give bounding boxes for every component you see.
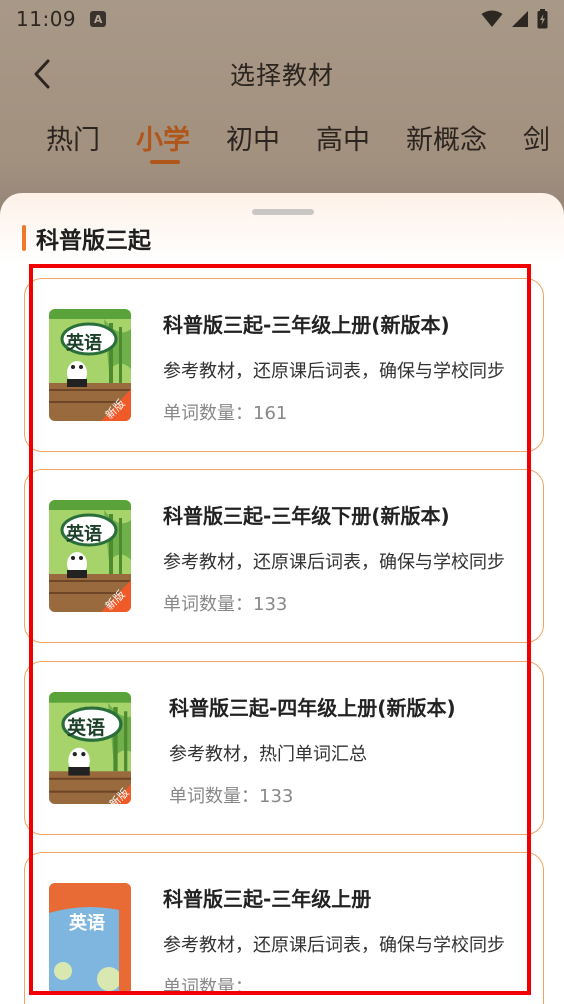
textbook-card[interactable]: 英语 新版 科普版三起-四年级上册(新版本) 参考教材，热门单词汇总 单词数量：… [24,661,544,835]
book-title: 科普版三起-三年级下册(新版本) [163,504,450,528]
tab-senior-high[interactable]: 高中 [316,112,370,157]
word-count-label: 单词数量： [169,786,259,807]
word-count-label: 单词数量： [163,403,253,424]
cover-title: 英语 [69,913,105,934]
tab-new-concept[interactable]: 新概念 [406,112,487,157]
word-count-label: 单词数量： [163,594,253,615]
word-count: 单词数量：133 [163,590,287,616]
book-description: 参考教材，热门单词汇总 [169,744,367,765]
notification-icon: A [90,11,107,27]
word-count-value: 133 [253,594,288,615]
grade-tabs: 热门 小学 初中 高中 新概念 剑 [0,112,564,168]
textbook-card[interactable]: 英语 科普版三起-三年级上册 参考教材，还原课后词表，确保与学校同步 单词数量： [24,852,544,1004]
book-description: 参考教材，还原课后词表，确保与学校同步 [163,552,505,573]
textbook-card[interactable]: 英语 新版 科普版三起-三年级上册(新版本) 参考教材，还原课后词表，确保与学校… [24,278,544,452]
textbook-bottom-sheet: 科普版三起 英语 新版 科普版三起-三年级上册(新版本) 参考教材，还原课后词表… [0,193,564,1004]
book-title: 科普版三起-四年级上册(新版本) [169,696,456,720]
word-count: 单词数量：161 [163,399,287,425]
word-count-value: 133 [259,786,294,807]
word-count: 单词数量：133 [169,782,293,808]
chevron-left-icon [34,59,50,89]
battery-icon [537,9,548,29]
book-cover: 英语 新版 [49,500,131,612]
book-cover: 英语 新版 [49,309,131,421]
cover-title: 英语 [66,524,102,545]
word-count: 单词数量： [163,973,253,999]
book-title: 科普版三起-三年级上册 [163,887,372,911]
book-cover: 英语 [49,883,131,995]
cover-title: 英语 [67,717,106,739]
status-time: 11:09 [16,7,77,31]
status-bar: 11:09 A [0,0,564,38]
back-button[interactable] [24,56,60,92]
tab-cambridge[interactable]: 剑 [523,112,550,157]
status-icons [481,9,548,29]
signal-icon [512,11,528,27]
book-cover: 英语 新版 [49,692,131,804]
tab-primary-school[interactable]: 小学 [136,112,190,164]
book-description: 参考教材，还原课后词表，确保与学校同步 [163,935,505,956]
tab-junior-high[interactable]: 初中 [226,112,280,157]
book-description: 参考教材，还原课后词表，确保与学校同步 [163,361,505,382]
top-bar: 选择教材 [0,46,564,102]
textbook-list[interactable]: 英语 新版 科普版三起-三年级上册(新版本) 参考教材，还原课后词表，确保与学校… [0,193,564,1004]
wifi-icon [481,10,503,27]
word-count-value: 161 [253,403,288,424]
tab-hot[interactable]: 热门 [46,112,100,157]
cover-title: 英语 [66,333,102,354]
word-count-label: 单词数量： [163,977,253,998]
textbook-card[interactable]: 英语 新版 科普版三起-三年级下册(新版本) 参考教材，还原课后词表，确保与学校… [24,469,544,643]
book-title: 科普版三起-三年级上册(新版本) [163,313,450,337]
page-title: 选择教材 [229,61,334,90]
book-cover-image [49,883,131,995]
